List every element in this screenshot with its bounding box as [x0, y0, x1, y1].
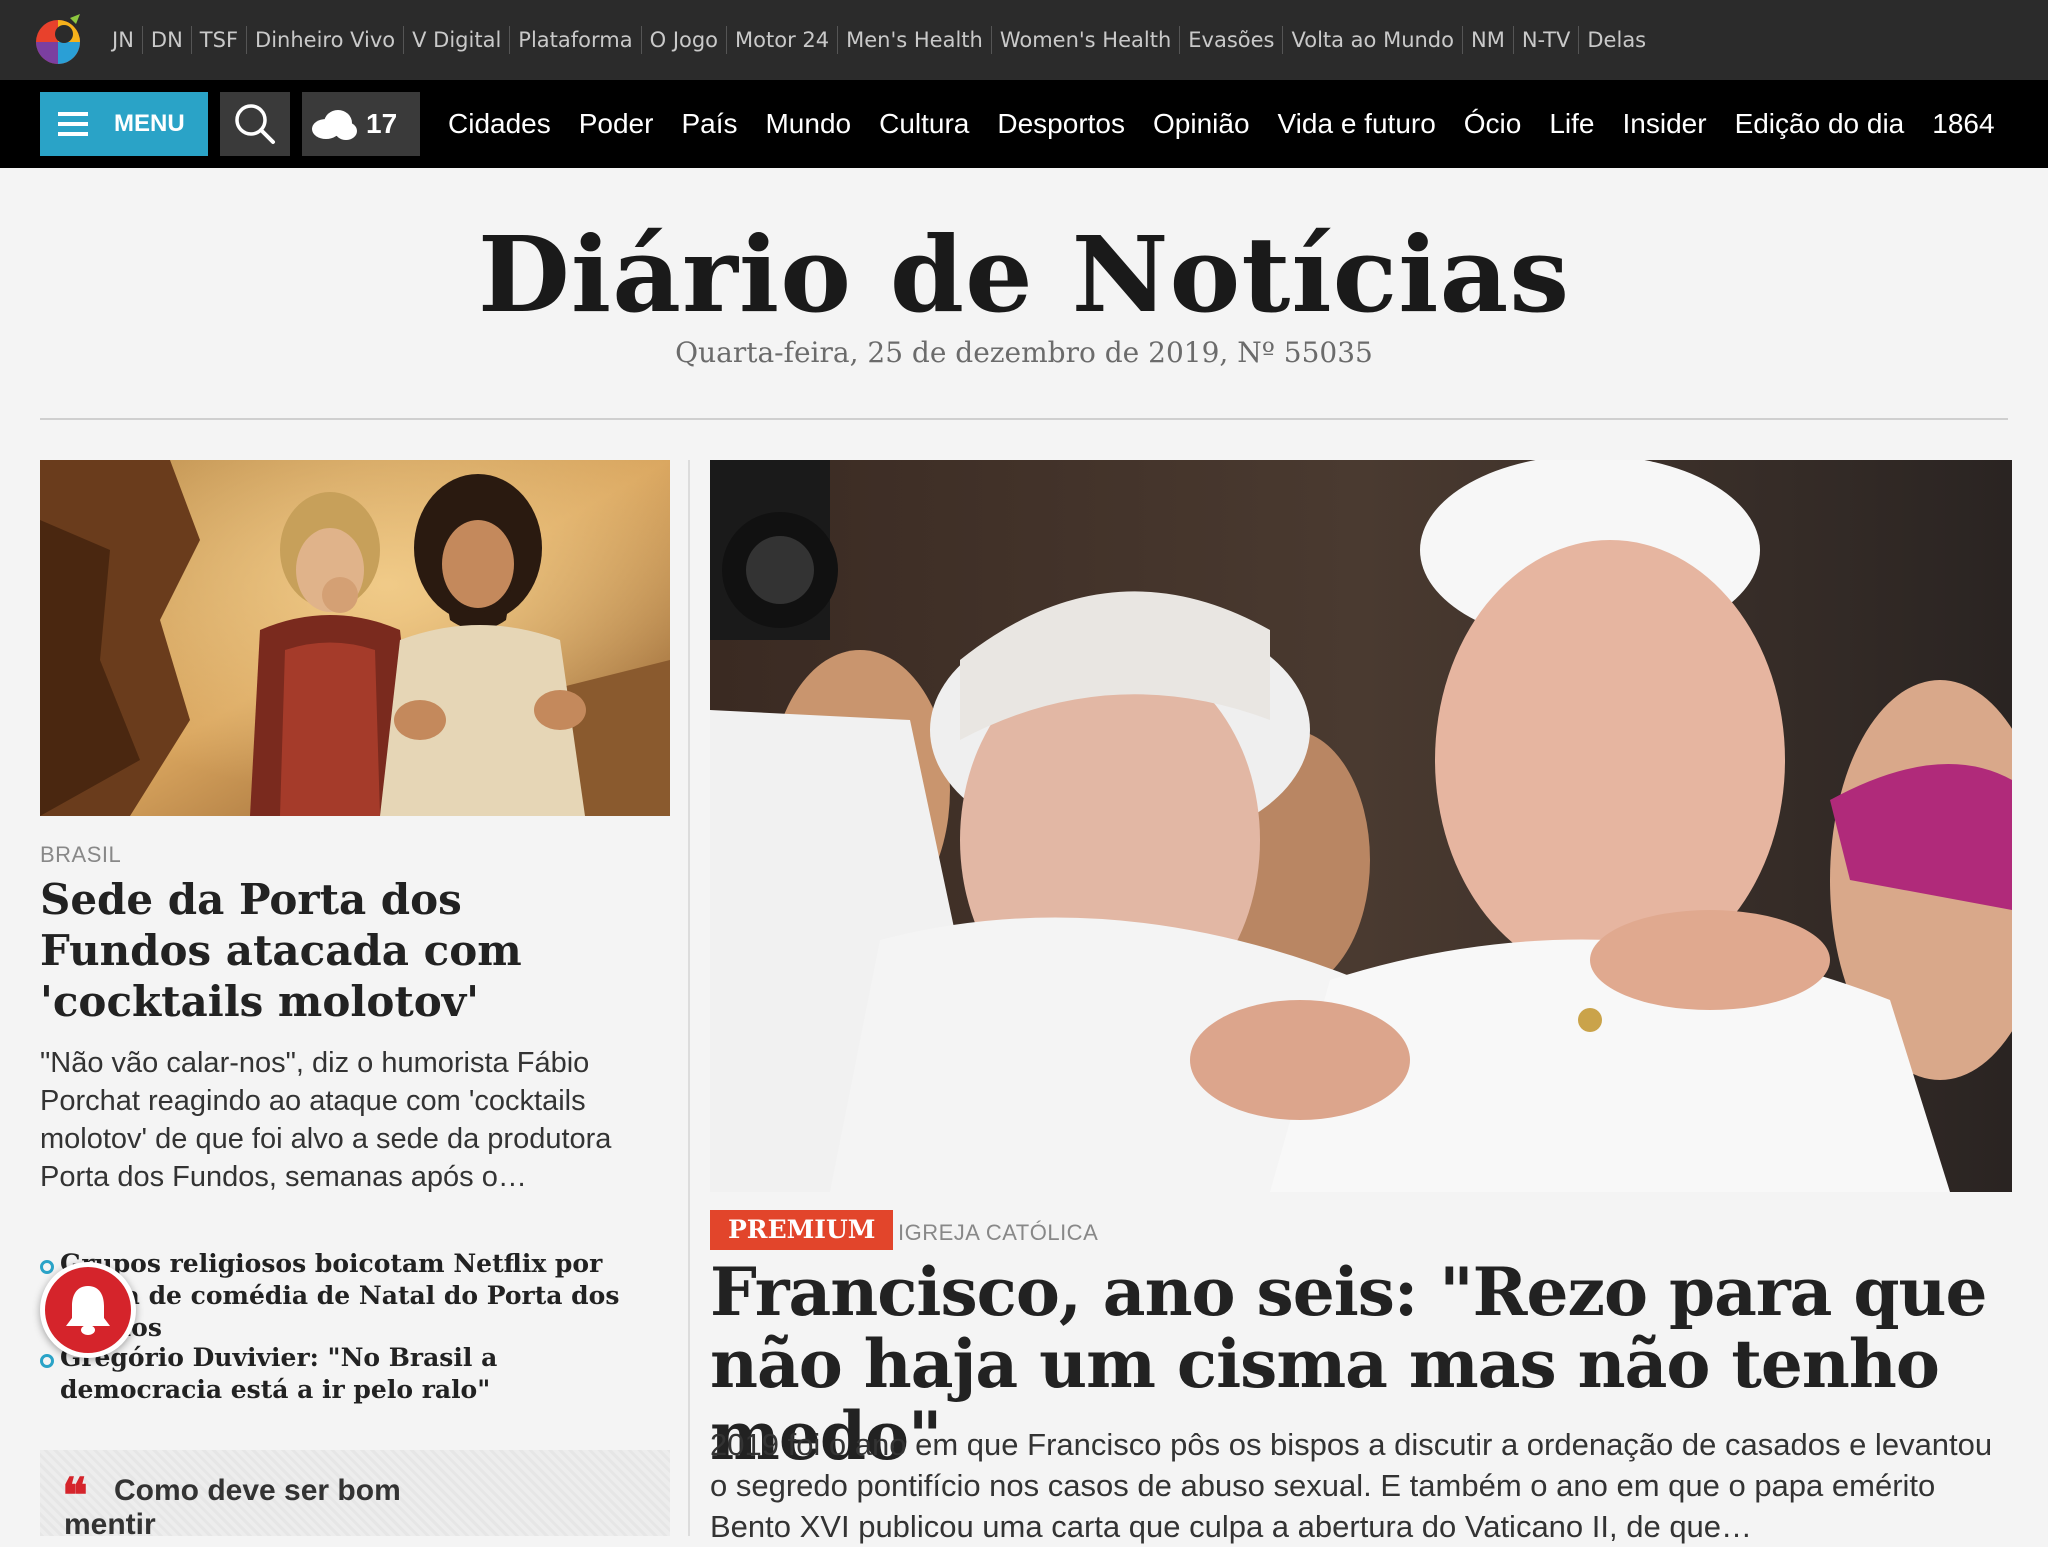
section-nav: Cidades Poder País Mundo Cultura Desport…	[434, 108, 2009, 140]
network-logo-icon[interactable]	[30, 12, 86, 68]
network-link-v-digital[interactable]: V Digital	[403, 26, 509, 54]
network-link-nm[interactable]: NM	[1462, 26, 1513, 54]
nav-item-opiniao[interactable]: Opinião	[1139, 108, 1264, 140]
search-button[interactable]	[220, 92, 290, 156]
cloud-icon	[312, 110, 357, 140]
network-link-plataforma[interactable]: Plataforma	[509, 26, 640, 54]
left-story-lead[interactable]: "Não vão calar-nos", diz o humorista Fáb…	[40, 1044, 660, 1196]
opinion-teaser[interactable]: ❝ Como deve ser bom mentir	[40, 1450, 670, 1541]
network-link-dn[interactable]: DN	[141, 26, 191, 54]
premium-badge[interactable]: PREMIUM	[710, 1210, 894, 1250]
network-link-delas[interactable]: Delas	[1578, 26, 1654, 54]
weather-temperature: 17	[366, 108, 398, 139]
left-story-image[interactable]	[40, 460, 670, 816]
network-link-o-jogo[interactable]: O Jogo	[640, 26, 726, 54]
nav-item-mundo[interactable]: Mundo	[751, 108, 865, 140]
search-icon	[235, 104, 275, 144]
bell-icon	[66, 1286, 110, 1335]
main-story-image[interactable]	[710, 460, 2012, 1192]
site-logo[interactable]: Diário de Notícias	[0, 220, 2048, 330]
edition-date: Quarta-feira, 25 de dezembro de 2019, Nº…	[675, 336, 1373, 369]
network-link-volta-ao-mundo[interactable]: Volta ao Mundo	[1282, 26, 1462, 54]
weather-widget[interactable]: 17	[302, 92, 420, 156]
nav-item-pais[interactable]: País	[667, 108, 751, 140]
network-link-womens-health[interactable]: Women's Health	[990, 26, 1179, 54]
menu-label: MENU	[114, 110, 185, 137]
network-link-jn[interactable]: JN	[104, 26, 142, 54]
main-story-category[interactable]: IGREJA CATÓLICA	[898, 1220, 1098, 1246]
network-links: JN DN TSF Dinheiro Vivo V Digital Plataf…	[104, 26, 1654, 54]
network-link-n-tv[interactable]: N-TV	[1512, 26, 1579, 54]
left-story-headline[interactable]: Sede da Porta dos Fundos atacada com 'co…	[40, 874, 640, 1027]
nav-item-cultura[interactable]: Cultura	[865, 108, 983, 140]
hamburger-icon	[58, 106, 88, 142]
network-link-motor-24[interactable]: Motor 24	[726, 26, 837, 54]
nav-item-vida-e-futuro[interactable]: Vida e futuro	[1264, 108, 1450, 140]
nav-item-1864[interactable]: 1864	[1918, 108, 2008, 140]
nav-item-cidades[interactable]: Cidades	[434, 108, 565, 140]
masthead-divider	[40, 418, 2008, 420]
network-link-mens-health[interactable]: Men's Health	[837, 26, 991, 54]
network-link-dinheiro-vivo[interactable]: Dinheiro Vivo	[246, 26, 403, 54]
notification-button[interactable]	[40, 1262, 136, 1358]
main-story-lead[interactable]: 2019 foi o ano em que Francisco pôs os b…	[710, 1424, 2010, 1547]
opinion-title: Como deve ser bom mentir	[64, 1474, 401, 1541]
nav-item-life[interactable]: Life	[1535, 108, 1608, 140]
nav-item-edicao-do-dia[interactable]: Edição do dia	[1721, 108, 1919, 140]
main-nav: MENU 17 Cidades Poder País Mundo Cultura…	[0, 80, 2048, 168]
network-bar: JN DN TSF Dinheiro Vivo V Digital Plataf…	[0, 0, 2048, 80]
left-story-category[interactable]: BRASIL	[40, 842, 121, 868]
masthead: Diário de Notícias Quarta-feira, 25 de d…	[0, 168, 2048, 418]
nav-item-ocio[interactable]: Ócio	[1450, 108, 1536, 140]
network-link-evasoes[interactable]: Evasões	[1179, 26, 1282, 54]
menu-button[interactable]: MENU	[40, 92, 208, 156]
network-link-tsf[interactable]: TSF	[190, 26, 246, 54]
column-divider	[688, 460, 690, 1536]
related-link-2[interactable]: Gregório Duvivier: "No Brasil a democrac…	[40, 1342, 660, 1406]
nav-item-insider[interactable]: Insider	[1609, 108, 1721, 140]
nav-item-poder[interactable]: Poder	[565, 108, 668, 140]
nav-item-desportos[interactable]: Desportos	[983, 108, 1139, 140]
